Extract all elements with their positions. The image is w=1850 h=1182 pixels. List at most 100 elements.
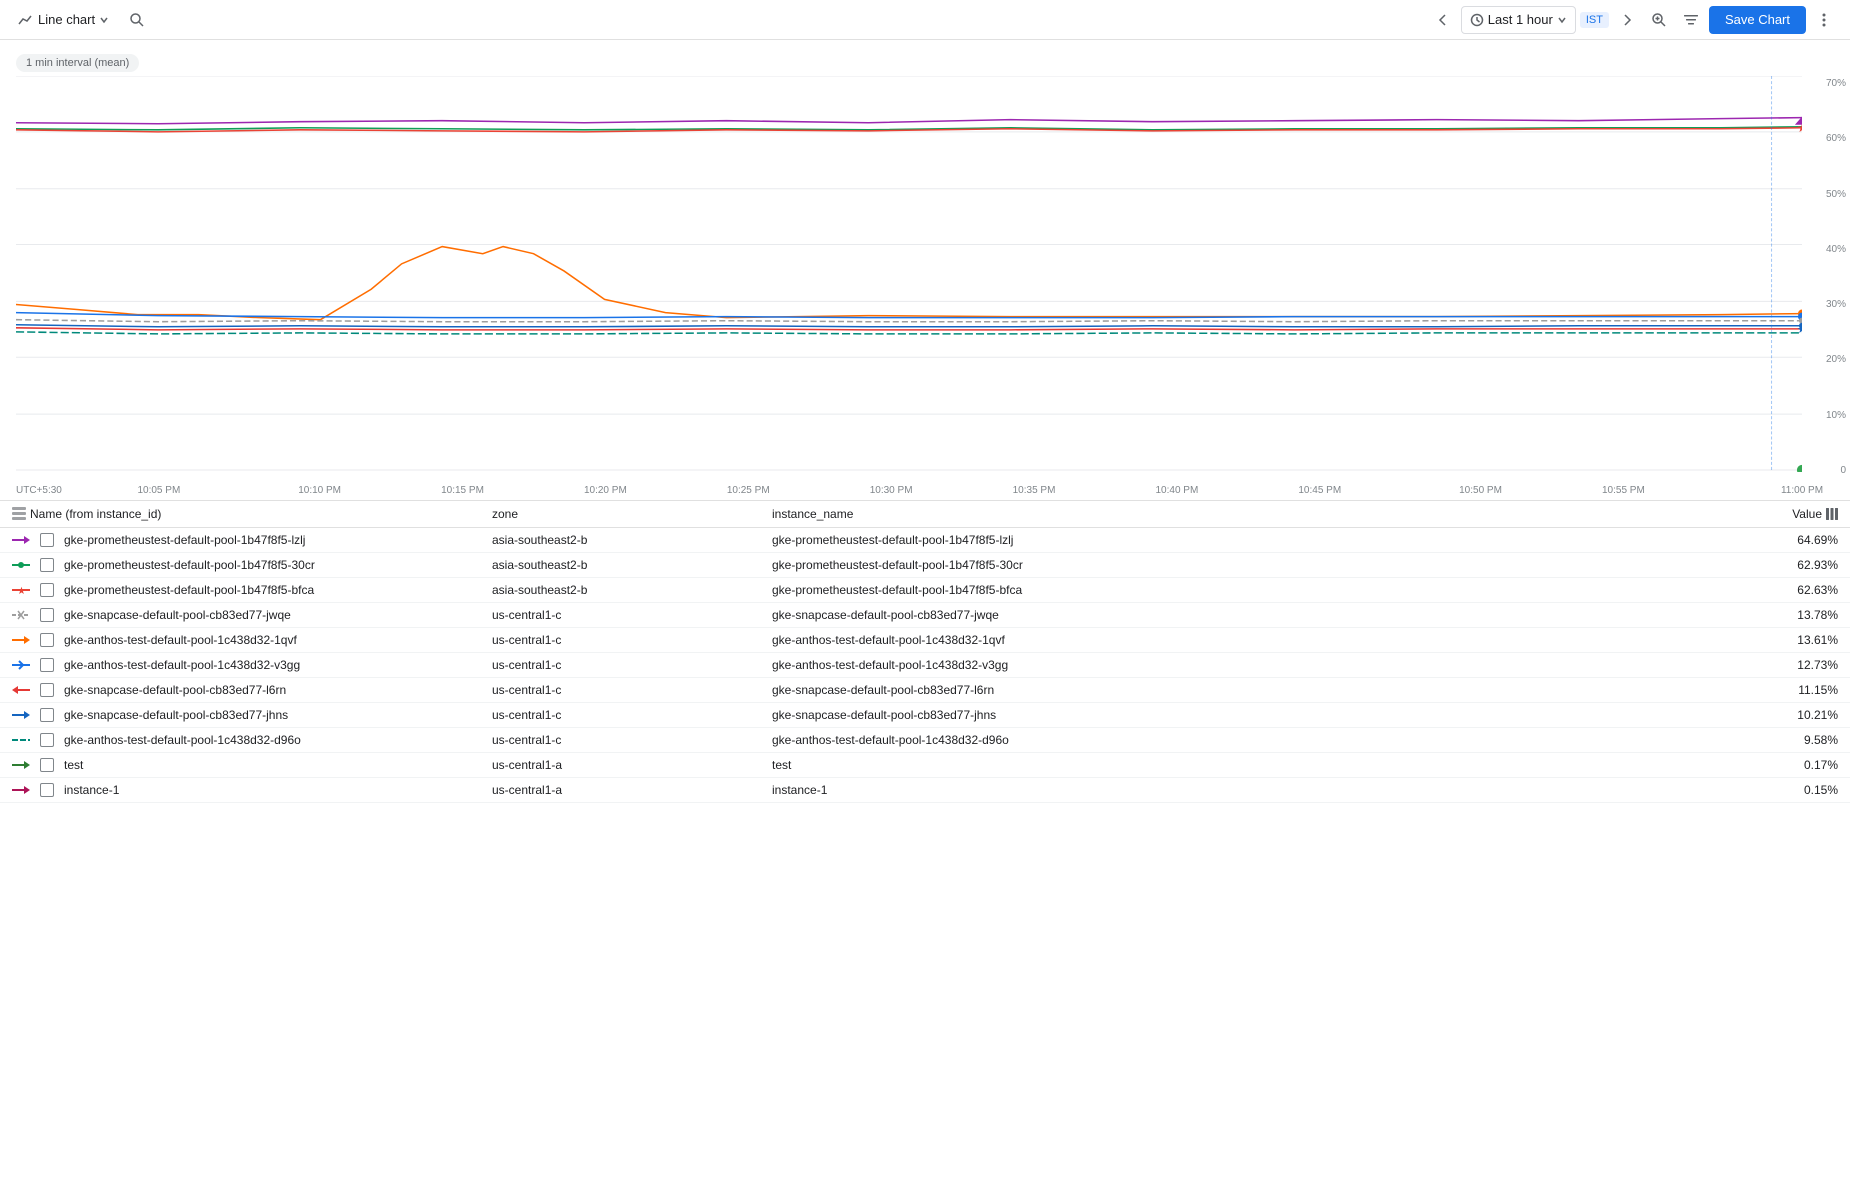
col-header-name: Name (from instance_id) — [12, 507, 492, 521]
table-row[interactable]: gke-snapcase-default-pool-cb83ed77-jhns … — [0, 703, 1850, 728]
line-chart-icon — [18, 12, 34, 28]
row-checkbox-6[interactable] — [40, 658, 54, 672]
x-label-1100: 11:00 PM — [1781, 485, 1823, 496]
row-value-9: 9.58% — [1758, 733, 1838, 747]
row-value-1: 64.69% — [1758, 533, 1838, 547]
time-range-button[interactable]: Last 1 hour — [1461, 6, 1576, 34]
table-row[interactable]: gke-prometheustest-default-pool-1b47f8f5… — [0, 528, 1850, 553]
table-row[interactable]: ★ gke-prometheustest-default-pool-1b47f8… — [0, 578, 1850, 603]
row-name-col: gke-prometheustest-default-pool-1b47f8f5… — [12, 533, 492, 547]
series-icon-9 — [12, 734, 30, 746]
y-label-40: 40% — [1810, 244, 1846, 255]
table-row[interactable]: gke-snapcase-default-pool-cb83ed77-l6rn … — [0, 678, 1850, 703]
row-name-10: test — [64, 758, 83, 772]
x-label-1010: 10:10 PM — [298, 485, 341, 496]
table-row[interactable]: instance-1 us-central1-a instance-1 0.15… — [0, 778, 1850, 803]
row-instance-10: test — [772, 758, 1758, 772]
row-zone-9: us-central1-c — [492, 733, 772, 747]
row-checkbox-4[interactable] — [40, 608, 54, 622]
row-name-3: gke-prometheustest-default-pool-1b47f8f5… — [64, 583, 314, 597]
table-row[interactable]: test us-central1-a test 0.17% — [0, 753, 1850, 778]
save-chart-button[interactable]: Save Chart — [1709, 6, 1806, 34]
row-value-2: 62.93% — [1758, 558, 1838, 572]
x-label-1025: 10:25 PM — [727, 485, 770, 496]
row-checkbox-1[interactable] — [40, 533, 54, 547]
row-zone-5: us-central1-c — [492, 633, 772, 647]
row-name-col: gke-anthos-test-default-pool-1c438d32-d9… — [12, 733, 492, 747]
chart-type-label: Line chart — [38, 12, 95, 27]
row-instance-11: instance-1 — [772, 783, 1758, 797]
table-row[interactable]: gke-snapcase-default-pool-cb83ed77-jwqe … — [0, 603, 1850, 628]
x-label-1030: 10:30 PM — [870, 485, 913, 496]
row-name-col: instance-1 — [12, 783, 492, 797]
legend-table: Name (from instance_id) zone instance_na… — [0, 500, 1850, 803]
row-value-6: 12.73% — [1758, 658, 1838, 672]
y-label-30: 30% — [1810, 299, 1846, 310]
search-button[interactable] — [123, 6, 151, 34]
row-zone-8: us-central1-c — [492, 708, 772, 722]
row-checkbox-11[interactable] — [40, 783, 54, 797]
series-icon-2 — [12, 559, 30, 571]
table-row[interactable]: gke-anthos-test-default-pool-1c438d32-1q… — [0, 628, 1850, 653]
series-icon-6 — [12, 659, 30, 671]
row-instance-3: gke-prometheustest-default-pool-1b47f8f5… — [772, 583, 1758, 597]
row-zone-6: us-central1-c — [492, 658, 772, 672]
table-row[interactable]: gke-prometheustest-default-pool-1b47f8f5… — [0, 553, 1850, 578]
col-header-value: Value — [1758, 507, 1838, 521]
columns-icon[interactable] — [1826, 508, 1838, 520]
row-instance-4: gke-snapcase-default-pool-cb83ed77-jwqe — [772, 608, 1758, 622]
timezone-badge: IST — [1580, 12, 1609, 28]
row-zone-10: us-central1-a — [492, 758, 772, 772]
toolbar-right: Last 1 hour IST Save — [1429, 6, 1838, 34]
zoom-icon — [1651, 12, 1667, 28]
row-name-col: gke-snapcase-default-pool-cb83ed77-jhns — [12, 708, 492, 722]
y-label-50: 50% — [1810, 189, 1846, 200]
prev-button[interactable] — [1429, 6, 1457, 34]
x-label-1050: 10:50 PM — [1459, 485, 1502, 496]
row-instance-6: gke-anthos-test-default-pool-1c438d32-v3… — [772, 658, 1758, 672]
more-options-button[interactable] — [1810, 6, 1838, 34]
x-label-1045: 10:45 PM — [1298, 485, 1341, 496]
chart-inner[interactable]: ★ ★ — [16, 76, 1802, 472]
row-instance-2: gke-prometheustest-default-pool-1b47f8f5… — [772, 558, 1758, 572]
zoom-button[interactable] — [1645, 6, 1673, 34]
row-zone-7: us-central1-c — [492, 683, 772, 697]
chart-svg: ★ ★ — [16, 76, 1802, 472]
search-icon — [129, 12, 145, 28]
next-button[interactable] — [1613, 6, 1641, 34]
row-name-col: ★ gke-prometheustest-default-pool-1b47f8… — [12, 583, 492, 597]
row-zone-4: us-central1-c — [492, 608, 772, 622]
time-range-label: Last 1 hour — [1488, 12, 1553, 27]
row-checkbox-5[interactable] — [40, 633, 54, 647]
row-name-col: gke-snapcase-default-pool-cb83ed77-jwqe — [12, 608, 492, 622]
chart-wrapper: 70% 60% 50% 40% 30% 20% 10% 0 — [8, 76, 1850, 496]
more-vert-icon — [1815, 11, 1833, 29]
chart-type-button[interactable]: Line chart — [12, 8, 115, 32]
row-instance-1: gke-prometheustest-default-pool-1b47f8f5… — [772, 533, 1758, 547]
y-label-20: 20% — [1810, 354, 1846, 365]
row-checkbox-3[interactable] — [40, 583, 54, 597]
settings-button[interactable] — [1677, 6, 1705, 34]
row-value-5: 13.61% — [1758, 633, 1838, 647]
y-label-10: 10% — [1810, 410, 1846, 421]
table-row[interactable]: gke-anthos-test-default-pool-1c438d32-d9… — [0, 728, 1850, 753]
y-label-70: 70% — [1810, 78, 1846, 89]
row-instance-8: gke-snapcase-default-pool-cb83ed77-jhns — [772, 708, 1758, 722]
row-checkbox-10[interactable] — [40, 758, 54, 772]
row-name-6: gke-anthos-test-default-pool-1c438d32-v3… — [64, 658, 300, 672]
row-checkbox-9[interactable] — [40, 733, 54, 747]
row-name-7: gke-snapcase-default-pool-cb83ed77-l6rn — [64, 683, 286, 697]
y-label-60: 60% — [1810, 133, 1846, 144]
row-name-4: gke-snapcase-default-pool-cb83ed77-jwqe — [64, 608, 291, 622]
row-name-col: gke-snapcase-default-pool-cb83ed77-l6rn — [12, 683, 492, 697]
row-checkbox-7[interactable] — [40, 683, 54, 697]
table-row[interactable]: gke-anthos-test-default-pool-1c438d32-v3… — [0, 653, 1850, 678]
table-icon — [12, 507, 26, 521]
chevron-down-icon — [99, 15, 109, 25]
series-icon-10 — [12, 759, 30, 771]
interval-badge: 1 min interval (mean) — [16, 54, 139, 72]
filter-icon — [1683, 12, 1699, 28]
row-name-2: gke-prometheustest-default-pool-1b47f8f5… — [64, 558, 315, 572]
row-checkbox-2[interactable] — [40, 558, 54, 572]
row-checkbox-8[interactable] — [40, 708, 54, 722]
